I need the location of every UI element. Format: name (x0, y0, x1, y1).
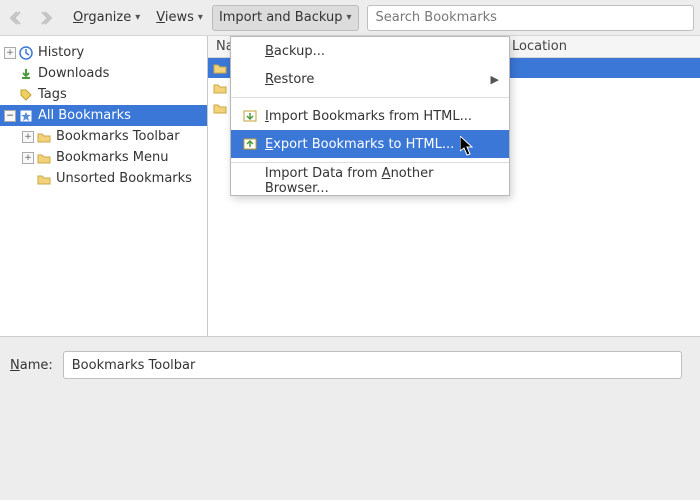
expand-icon[interactable]: + (4, 47, 16, 59)
organize-menu-button[interactable]: Organize ▾ (66, 5, 147, 31)
details-pane: Name: Bookmarks Toolbar (0, 336, 700, 393)
folder-icon (212, 80, 228, 96)
name-value: Bookmarks Toolbar (72, 358, 196, 373)
menu-item-restore[interactable]: Restore ▶ (231, 65, 509, 93)
submenu-arrow-icon: ▶ (491, 73, 499, 86)
tree-item-history[interactable]: + History (0, 42, 207, 63)
back-button[interactable] (6, 6, 30, 30)
forward-button[interactable] (32, 6, 56, 30)
clock-icon (18, 45, 34, 61)
tree-item-unsorted-bookmarks[interactable]: Unsorted Bookmarks (0, 168, 207, 189)
expand-icon[interactable]: + (22, 152, 34, 164)
export-icon (241, 135, 259, 153)
import-backup-menu-button[interactable]: Import and Backup ▾ (212, 5, 359, 31)
tree-label: Downloads (38, 66, 109, 81)
tree-label: Bookmarks Toolbar (56, 129, 180, 144)
import-icon (241, 107, 259, 125)
chevron-down-icon: ▾ (135, 12, 140, 23)
folder-icon (36, 129, 52, 145)
name-label: Name: (10, 358, 53, 373)
folder-icon (212, 60, 228, 76)
chevron-down-icon: ▾ (198, 12, 203, 23)
sidebar-tree: + History Downloads Tags − All Bookmarks… (0, 36, 208, 336)
tree-item-downloads[interactable]: Downloads (0, 63, 207, 84)
organize-label: rganize (83, 10, 131, 25)
search-input[interactable]: Search Bookmarks (367, 5, 695, 31)
collapse-icon[interactable]: − (4, 110, 16, 122)
column-location[interactable]: Location (504, 39, 575, 54)
menu-item-backup[interactable]: Backup... (231, 37, 509, 65)
tree-item-bookmarks-toolbar[interactable]: + Bookmarks Toolbar (0, 126, 207, 147)
folder-icon (212, 100, 228, 116)
tree-item-all-bookmarks[interactable]: − All Bookmarks (0, 105, 207, 126)
tree-label: History (38, 45, 84, 60)
tag-icon (18, 87, 34, 103)
menu-item-import-browser[interactable]: Import Data from Another Browser... (231, 167, 509, 195)
expand-icon[interactable]: + (22, 131, 34, 143)
import-backup-label: Import and Backup (219, 10, 343, 25)
import-backup-dropdown: Backup... Restore ▶ Import Bookmarks fro… (230, 36, 510, 196)
tree-item-bookmarks-menu[interactable]: + Bookmarks Menu (0, 147, 207, 168)
folder-icon (36, 150, 52, 166)
chevron-down-icon: ▾ (346, 12, 351, 23)
folder-icon (36, 171, 52, 187)
tree-label: All Bookmarks (38, 108, 131, 123)
tree-item-tags[interactable]: Tags (0, 84, 207, 105)
menu-separator (231, 97, 509, 98)
views-menu-button[interactable]: Views ▾ (149, 5, 210, 31)
tree-label: Bookmarks Menu (56, 150, 168, 165)
menu-separator (231, 162, 509, 163)
tree-label: Tags (38, 87, 67, 102)
search-placeholder: Search Bookmarks (376, 10, 497, 25)
tree-label: Unsorted Bookmarks (56, 171, 192, 186)
download-icon (18, 66, 34, 82)
name-field[interactable]: Bookmarks Toolbar (63, 351, 682, 379)
toolbar: Organize ▾ Views ▾ Import and Backup ▾ S… (0, 0, 700, 36)
bookmark-icon (18, 108, 34, 124)
menu-item-export-html[interactable]: Export Bookmarks to HTML... (231, 130, 509, 158)
menu-item-import-html[interactable]: Import Bookmarks from HTML... (231, 102, 509, 130)
views-label: iews (165, 10, 194, 25)
